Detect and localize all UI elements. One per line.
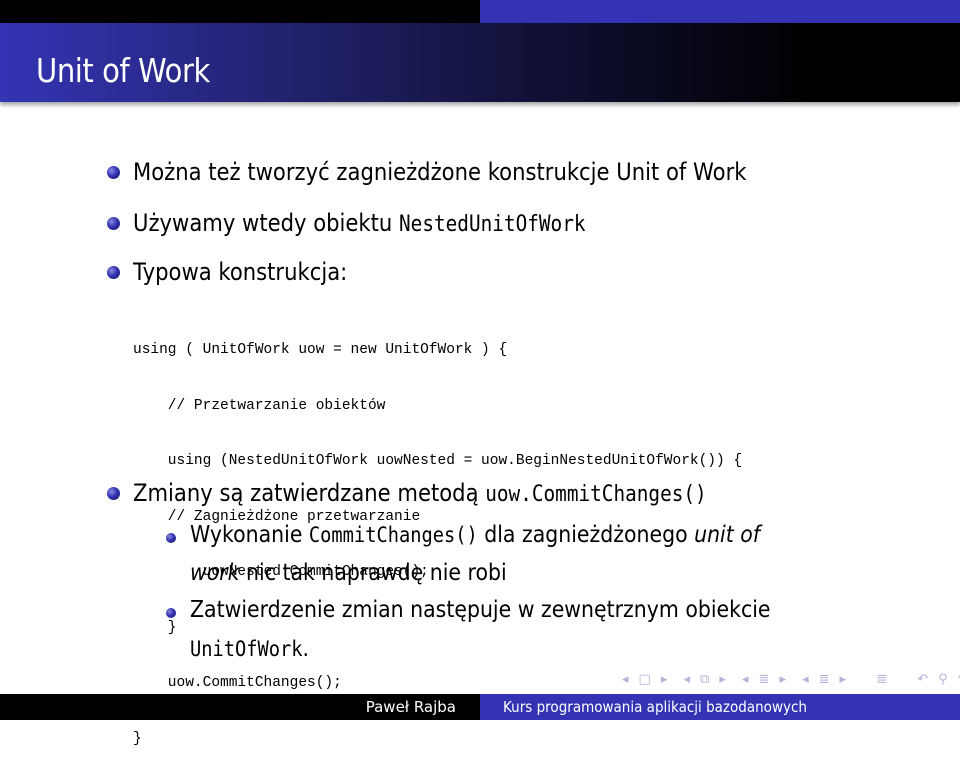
sub-bullet-text-2a: Zatwierdzenie zmian następuje w zewnętrz…	[190, 597, 771, 623]
code-line: // Przetwarzanie obiektów	[133, 397, 386, 414]
title-bar: Unit of Work	[0, 23, 960, 102]
bullet-4-code: uow.CommitChanges()	[485, 482, 707, 507]
bullet-text-1: Można też tworzyć zagnieżdżone konstrukc…	[133, 158, 747, 186]
nav-next-subsection-icon[interactable]: ▸	[719, 672, 728, 687]
sub-2-code: UnitOfWork	[190, 637, 303, 661]
sub-bullet-icon	[166, 533, 176, 543]
sub-1-post: nic tak naprawdę nie robi	[239, 560, 507, 586]
footer: Paweł Rajba Kurs programowania aplikacji…	[0, 694, 960, 720]
sub-1-code: CommitChanges()	[308, 523, 478, 547]
slide-title: Unit of Work	[36, 51, 210, 90]
bullet-2-text: Używamy wtedy obiektu	[133, 209, 400, 237]
nav-prev-part-icon[interactable]: ◂	[802, 672, 811, 687]
top-bar-left	[0, 0, 480, 23]
sub-bullet-icon	[166, 608, 176, 618]
sub-1-italic: unit of	[694, 522, 761, 548]
bullet-icon	[107, 487, 120, 500]
bullet-icon	[107, 166, 120, 179]
top-bar-right	[480, 0, 960, 23]
nav-prev-subsection-icon[interactable]: ◂	[684, 672, 693, 687]
bullet-text-2: Używamy wtedy obiektu NestedUnitOfWork	[133, 209, 586, 237]
sub-1-mid: dla zagnieżdżonego	[477, 522, 695, 548]
nav-search-icon[interactable]: ⚲	[938, 672, 950, 687]
code-line: }	[133, 730, 142, 747]
footer-course: Kurs programowania aplikacji bazodanowyc…	[503, 698, 807, 716]
sub-bullet-text-2b: UnitOfWork.	[190, 636, 309, 662]
nav-next-frame-icon[interactable]: ▸	[661, 672, 670, 687]
nav-next-section-icon[interactable]: ▸	[779, 672, 788, 687]
bullet-4-text: Zmiany są zatwierdzane metodą	[133, 479, 486, 507]
code-line: using ( UnitOfWork uow = new UnitOfWork …	[133, 342, 508, 358]
sub-2-post: .	[302, 636, 310, 662]
bullet-text-4: Zmiany są zatwierdzane metodą uow.Commit…	[133, 479, 707, 507]
top-bar	[0, 0, 960, 23]
footer-right: Kurs programowania aplikacji bazodanowyc…	[480, 694, 960, 720]
nav-toc-icon[interactable]: ≣	[876, 672, 889, 687]
bullet-icon	[107, 266, 120, 279]
sub-1-italic-2: work	[190, 560, 240, 586]
sub-bullet-text-1a: Wykonanie CommitChanges() dla zagnieżdżo…	[190, 522, 760, 548]
nav-section-icon[interactable]: ≣	[759, 672, 772, 687]
nav-prev-frame-icon[interactable]: ◂	[622, 672, 631, 687]
navigation-bar: ◂□▸ ◂⧉▸ ◂≣▸ ◂≣▸ ≣ ↶⚲↷	[622, 672, 960, 687]
nav-back-icon[interactable]: ↶	[917, 672, 930, 687]
nav-prev-section-icon[interactable]: ◂	[742, 672, 751, 687]
nav-part-icon[interactable]: ≣	[819, 672, 832, 687]
nav-next-part-icon[interactable]: ▸	[840, 672, 849, 687]
sub-bullet-text-1b: work nic tak naprawdę nie robi	[190, 560, 507, 586]
footer-author: Paweł Rajba	[365, 698, 456, 716]
sub-1-pre: Wykonanie	[190, 522, 309, 548]
footer-left: Paweł Rajba	[0, 694, 480, 720]
bullet-icon	[107, 217, 120, 230]
code-line: using (NestedUnitOfWork uowNested = uow.…	[133, 453, 743, 469]
nav-subsection-icon[interactable]: ⧉	[700, 672, 711, 687]
nav-frame-icon[interactable]: □	[639, 672, 653, 687]
bullet-text-3: Typowa konstrukcja:	[133, 258, 348, 286]
bullet-2-code: NestedUnitOfWork	[399, 212, 586, 237]
